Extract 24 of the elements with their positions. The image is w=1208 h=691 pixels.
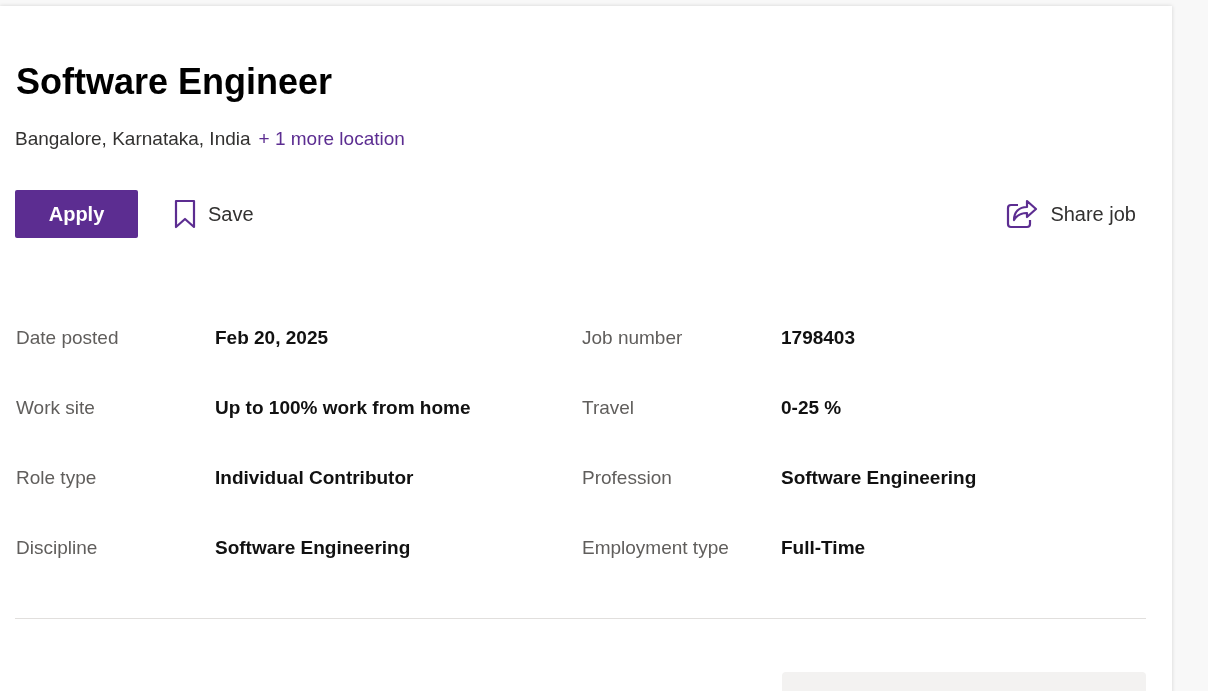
detail-label: Date posted [16,325,120,350]
detail-value: 1798403 [781,325,856,350]
detail-value: Full-Time [781,535,867,560]
detail-label: Role type [16,465,98,490]
detail-label: Profession [582,465,673,490]
detail-label: Employment type [582,535,730,560]
detail-value: Individual Contributor [215,465,415,490]
job-title: Software Engineer [16,60,334,104]
bookmark-icon [174,198,196,229]
detail-label: Travel [582,395,636,420]
detail-value: Up to 100% work from home [215,395,472,420]
detail-label: Job number [582,325,684,350]
share-icon [1006,198,1039,229]
share-button[interactable]: Share job [996,198,1146,229]
detail-value: Software Engineering [215,535,412,560]
detail-value: Software Engineering [781,465,978,490]
detail-label: Work site [16,395,96,420]
detail-value: 0-25 % [781,395,843,420]
detail-label: Discipline [16,535,99,560]
save-button[interactable]: Save [164,198,264,229]
more-locations-link[interactable]: + 1 more location [258,128,405,150]
apply-button[interactable]: Apply [15,189,138,238]
location-text: Bangalore, Karnataka, India [15,128,251,150]
detail-value: Feb 20, 2025 [215,325,330,350]
